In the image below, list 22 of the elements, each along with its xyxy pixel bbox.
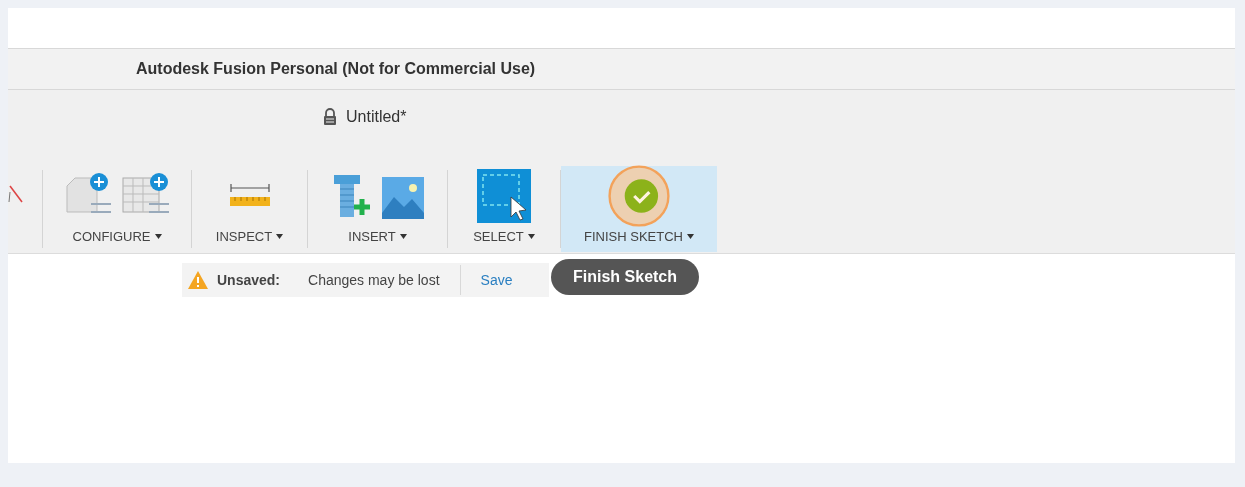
toolbar-group[interactable]: FINISH SKETCH — [561, 166, 717, 252]
window-title: Autodesk Fusion Personal (Not for Commercial Use) — [136, 59, 536, 79]
caret-icon — [687, 233, 694, 239]
image-icon — [381, 177, 424, 220]
notice-status: Unsaved: — [217, 270, 281, 290]
notice-message: Changes may be lost — [308, 270, 440, 290]
ruler-icon — [228, 184, 271, 209]
toolbar-group[interactable]: INSPECT — [192, 166, 307, 252]
document-title: Untitled* — [346, 107, 407, 127]
check-circle-icon — [608, 164, 670, 227]
caret-icon — [399, 233, 407, 239]
selection-icon — [477, 169, 531, 224]
caret-icon — [154, 233, 162, 239]
save-link[interactable]: Save — [480, 269, 513, 291]
bolt-plus-icon — [331, 173, 370, 220]
toolbar-group[interactable]: SELECT — [448, 166, 560, 252]
caret-icon — [276, 233, 284, 239]
tooltip: Finish Sketch — [551, 259, 700, 295]
warning-icon — [187, 270, 209, 290]
toolbar-group[interactable]: CONFIGURE — [43, 166, 191, 252]
toolbar-group[interactable]: INSERT — [308, 166, 447, 252]
caret-icon — [527, 233, 535, 239]
